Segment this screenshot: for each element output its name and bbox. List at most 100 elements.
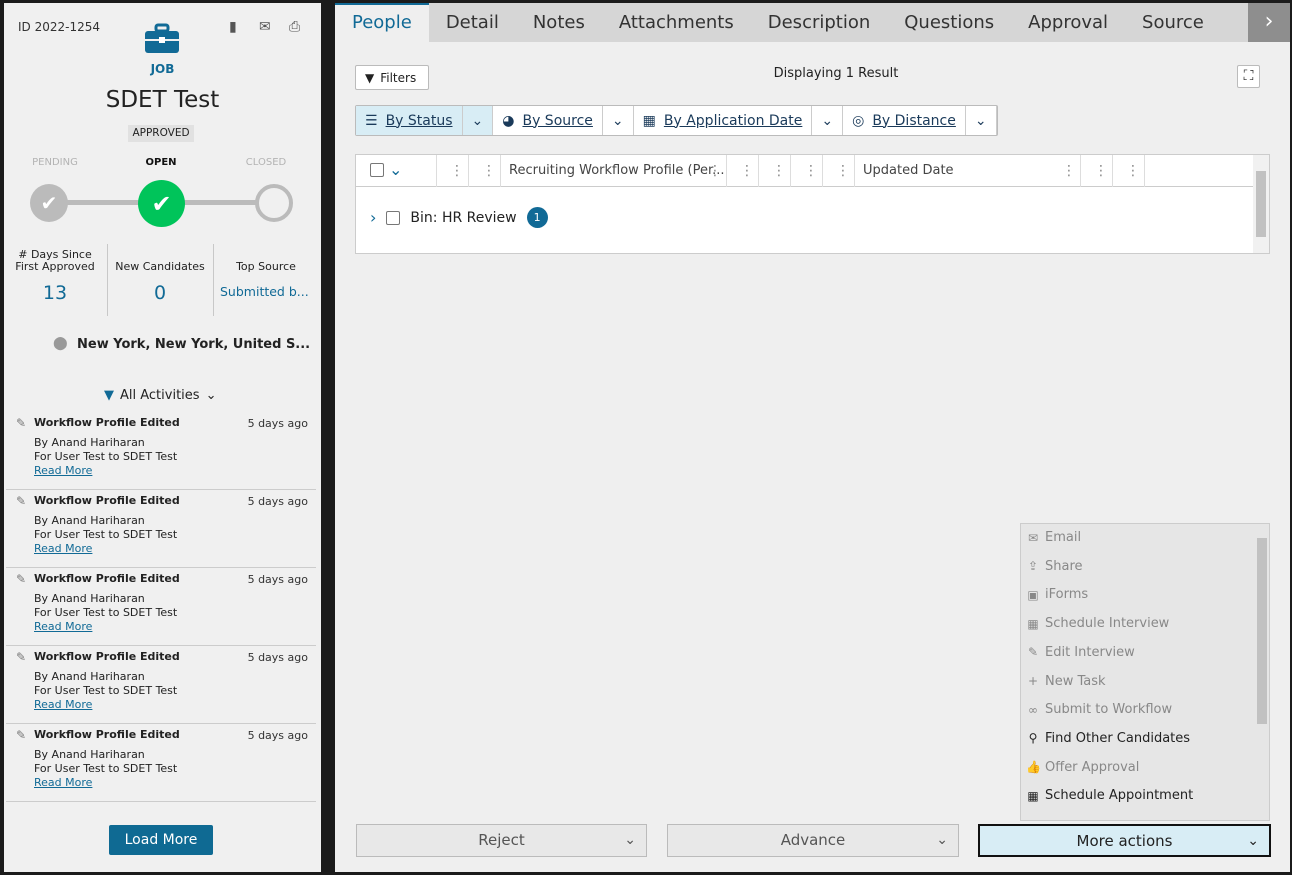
column-menu-icon[interactable]: ⋮ [1062, 155, 1076, 187]
menu-item-submit-to-workflow[interactable]: ∞ Submit to Workflow [1026, 702, 1172, 717]
column-menu-icon[interactable]: ⋮ [450, 155, 464, 187]
chevron-down-icon[interactable]: ⌄ [812, 106, 844, 135]
menu-item-label: Submit to Workflow [1045, 702, 1173, 718]
menu-item-schedule-interview[interactable]: ▦ Schedule Interview [1026, 616, 1169, 631]
reject-button[interactable]: Reject ⌄ [356, 824, 647, 857]
chevron-down-icon: ⌄ [936, 832, 948, 848]
menu-item-schedule-appointment[interactable]: ▦ Schedule Appointment [1026, 788, 1193, 803]
step-pending-label: PENDING [32, 157, 78, 168]
menu-scrollbar[interactable] [1257, 538, 1267, 724]
activity-filter-label: All Activities [120, 388, 200, 403]
menu-item-share[interactable]: ⇪ Share [1026, 559, 1083, 574]
activity-author: By Anand Hariharan [34, 748, 145, 761]
advance-label: Advance [780, 831, 846, 849]
menu-item-label: Edit Interview [1045, 644, 1135, 660]
activity-author: By Anand Hariharan [34, 436, 145, 449]
activity-author: By Anand Hariharan [34, 670, 145, 683]
job-location: New York, New York, United S... [77, 337, 311, 352]
tab-description[interactable]: Description [751, 3, 888, 43]
step-closed-label: CLOSED [245, 157, 287, 168]
share-icon[interactable]: ✉ [259, 19, 275, 35]
grid-column-header[interactable]: ⋮ [1113, 155, 1145, 187]
menu-item-find-other-candidates[interactable]: ⚲ Find Other Candidates [1026, 731, 1190, 746]
bin-checkbox[interactable] [386, 210, 401, 225]
tab-detail[interactable]: Detail [429, 3, 516, 43]
group-by-application-date-button[interactable]: ▦ By Application Date [634, 106, 813, 135]
group-by-source-button[interactable]: ◕ By Source [493, 106, 603, 135]
results-grid: ⋮ ⋮ Recruiting Workflow Profile (Per... ⋮ ⋮ ⋮… [355, 154, 1270, 254]
read-more-link[interactable]: Read More [34, 776, 92, 789]
grid-column-header[interactable]: ⋮ [1081, 155, 1113, 187]
column-menu-icon[interactable]: ⋮ [482, 155, 496, 187]
chevron-down-icon[interactable]: ⌄ [462, 106, 494, 135]
column-menu-icon[interactable]: ⋮ [836, 155, 850, 187]
tab-approval[interactable]: Approval [1011, 3, 1125, 43]
more-actions-menu: ✉ Email ⇪ Share ▣ iForms ▦ Schedule Interview ✎ E… [1020, 523, 1270, 821]
step-closed-circle-icon [255, 184, 293, 222]
grid-column-header[interactable]: ⋮ [759, 155, 791, 187]
tab-questions[interactable]: Questions [887, 3, 1011, 43]
tab-source[interactable]: Source [1125, 3, 1221, 43]
grouping-label: By Distance [872, 112, 956, 129]
activity-title: Workflow Profile Edited [34, 572, 180, 585]
group-by-distance-button[interactable]: ◎ By Distance [843, 106, 966, 135]
read-more-link[interactable]: Read More [34, 464, 92, 477]
job-summary-panel: ID 2022-1254 ▮ ✉ ⎙ JOB SDET Test APPROVE… [4, 3, 321, 872]
column-menu-icon[interactable]: ⋮ [804, 155, 818, 187]
column-menu-icon[interactable]: ⋮ [1094, 155, 1108, 187]
menu-item-edit-interview[interactable]: ✎ Edit Interview [1026, 645, 1135, 660]
grid-column-header[interactable]: ⋮ [791, 155, 823, 187]
menu-item-iforms[interactable]: ▣ iForms [1026, 587, 1088, 602]
advance-button[interactable]: Advance ⌄ [667, 824, 959, 857]
more-actions-button[interactable]: More actions ⌄ [978, 824, 1271, 857]
bin-row[interactable]: › Bin: HR Review 1 [370, 207, 548, 228]
divider [107, 244, 108, 316]
grid-column-header[interactable]: Recruiting Workflow Profile (Per... ⋮ [501, 155, 727, 187]
step-open-check-icon: ✔ [138, 180, 185, 227]
calendar-icon: ▦ [1027, 616, 1039, 631]
read-more-link[interactable]: Read More [34, 698, 92, 711]
grid-column-header[interactable]: ⋮ [469, 155, 501, 187]
grid-column-header[interactable]: ⋮ [437, 155, 469, 187]
select-all-checkbox[interactable] [370, 163, 384, 177]
activity-filter-dropdown[interactable]: ▼ All Activities ⌄ [104, 388, 216, 403]
stat-days-value: 13 [42, 282, 68, 304]
load-more-button[interactable]: Load More [109, 825, 213, 855]
expand-chevron-icon[interactable]: › [370, 208, 376, 227]
tab-notes[interactable]: Notes [516, 3, 602, 43]
main-panel: People Detail Notes Attachments Description Q… [335, 3, 1290, 872]
menu-item-offer-approval[interactable]: 👍 Offer Approval [1026, 760, 1139, 775]
form-icon: ▣ [1027, 587, 1039, 602]
menu-item-new-task[interactable]: + New Task [1026, 674, 1106, 689]
menu-item-email[interactable]: ✉ Email [1026, 530, 1081, 545]
grid-column-header[interactable]: ⋮ [823, 155, 855, 187]
grid-scrollbar[interactable] [1253, 155, 1269, 253]
grouping-label: By Source [522, 112, 593, 129]
activity-time: 5 days ago [247, 495, 308, 508]
chevron-down-icon[interactable]: ⌄ [966, 106, 997, 135]
activity-title: Workflow Profile Edited [34, 494, 180, 507]
chevron-down-icon: ⌄ [624, 832, 636, 848]
chevron-right-icon[interactable]: › [1248, 3, 1290, 42]
print-icon[interactable]: ⎙ [289, 19, 305, 35]
copy-icon[interactable]: ▮ [229, 19, 245, 35]
activity-detail: For User Test to SDET Test [34, 450, 178, 463]
column-menu-icon[interactable]: ⋮ [708, 155, 722, 187]
group-by-status-button[interactable]: ☰ By Status [356, 106, 463, 135]
column-menu-icon[interactable]: ⋮ [772, 155, 786, 187]
grid-column-header[interactable]: Updated Date ⋮ [855, 155, 1081, 187]
read-more-link[interactable]: Read More [34, 620, 92, 633]
column-menu-icon[interactable]: ⋮ [740, 155, 754, 187]
chevron-down-icon[interactable]: ⌄ [389, 155, 402, 185]
result-count: Displaying 1 Result [773, 66, 899, 81]
activity-title: Workflow Profile Edited [34, 728, 180, 741]
read-more-link[interactable]: Read More [34, 542, 92, 555]
stat-top-source-value[interactable]: Submitted b... [220, 284, 320, 299]
column-menu-icon[interactable]: ⋮ [1126, 155, 1140, 187]
fullscreen-icon[interactable]: ⛶ [1237, 65, 1260, 88]
grouping-toolbar: ☰ By Status ⌄ ◕ By Source ⌄ ▦ By Application Da… [355, 105, 998, 136]
grid-column-header[interactable]: ⋮ [727, 155, 759, 187]
tab-attachments[interactable]: Attachments [602, 3, 751, 43]
chevron-down-icon[interactable]: ⌄ [603, 106, 634, 135]
tab-people[interactable]: People [335, 3, 429, 43]
